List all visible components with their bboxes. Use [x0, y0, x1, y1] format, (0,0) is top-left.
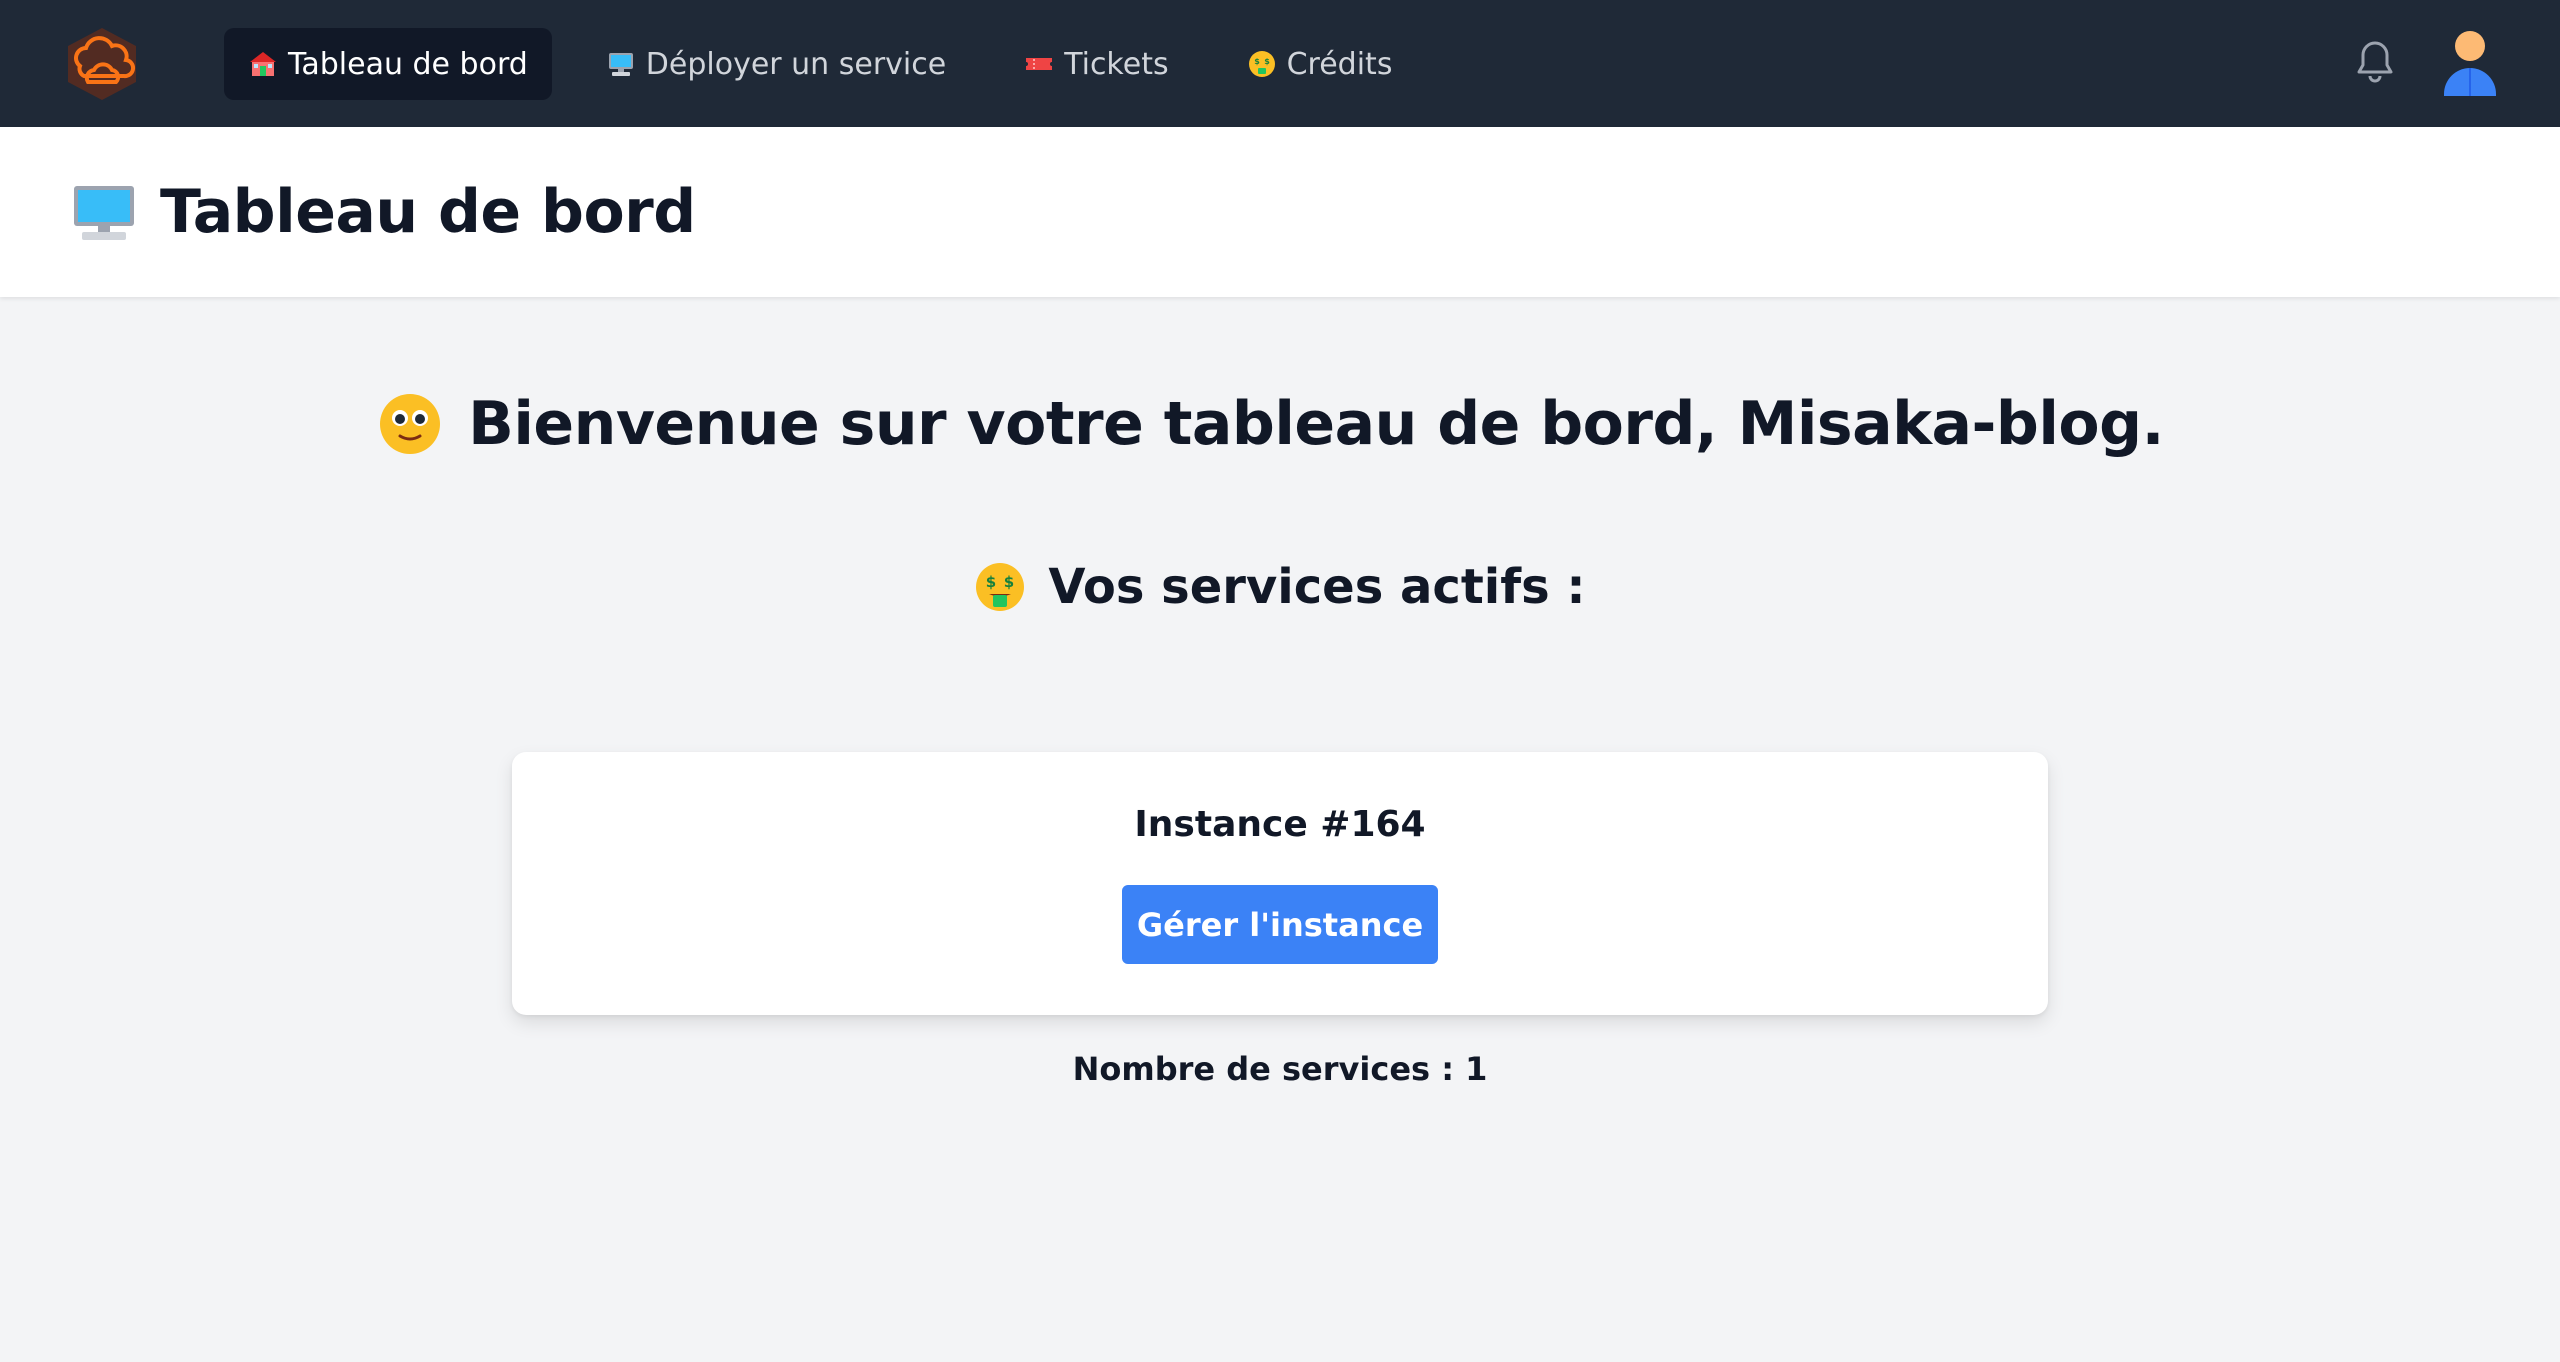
manage-instance-button[interactable]: Gérer l'instance — [1122, 885, 1438, 964]
welcome-message: Bienvenue sur votre tableau de bord, Mis… — [0, 389, 2560, 459]
top-navbar: Tableau de bord Déployer un service Tick… — [0, 0, 2560, 127]
services-heading-text: Vos services actifs : — [1048, 559, 1586, 615]
nav-item-deploy-service[interactable]: Déployer un service — [582, 28, 970, 100]
nav-links: Tableau de bord Déployer un service Tick… — [224, 28, 1416, 100]
svg-text:$: $ — [1004, 573, 1014, 591]
page-title: Tableau de bord — [160, 177, 696, 247]
computer-icon — [608, 53, 633, 76]
nav-item-credits[interactable]: $ $ Crédits — [1223, 28, 1417, 100]
user-avatar-icon[interactable] — [2440, 28, 2500, 96]
instance-card: Instance #164 Gérer l'instance — [512, 752, 2048, 1015]
house-icon — [250, 52, 276, 76]
main-content: Bienvenue sur votre tableau de bord, Mis… — [0, 297, 2560, 1362]
welcome-text: Bienvenue sur votre tableau de bord, Mis… — [468, 389, 2164, 459]
nav-item-tickets[interactable]: Tickets — [1000, 28, 1192, 100]
smiley-icon — [380, 394, 441, 454]
ticket-icon — [1026, 58, 1053, 70]
nav-item-label: Déployer un service — [645, 46, 947, 82]
cloud-logo-icon[interactable] — [62, 26, 142, 102]
svg-text:$: $ — [1254, 57, 1260, 66]
computer-icon — [74, 186, 134, 240]
svg-text:$: $ — [986, 573, 996, 591]
nav-item-label: Tickets — [1064, 46, 1169, 82]
money-face-icon: $ $ — [1248, 51, 1275, 77]
services-heading: $ $ Vos services actifs : — [0, 559, 2560, 615]
nav-item-label: Tableau de bord — [288, 46, 528, 82]
instance-title: Instance #164 — [1134, 804, 1426, 845]
nav-item-dashboard[interactable]: Tableau de bord — [224, 28, 552, 100]
service-count: Nombre de services : 1 — [1072, 1050, 1488, 1088]
nav-right — [2354, 28, 2500, 96]
nav-item-label: Crédits — [1286, 46, 1393, 82]
bell-icon[interactable] — [2354, 39, 2396, 85]
money-face-icon: $ $ — [976, 563, 1025, 611]
page-header: Tableau de bord — [0, 127, 2560, 297]
svg-text:$: $ — [1264, 57, 1270, 66]
